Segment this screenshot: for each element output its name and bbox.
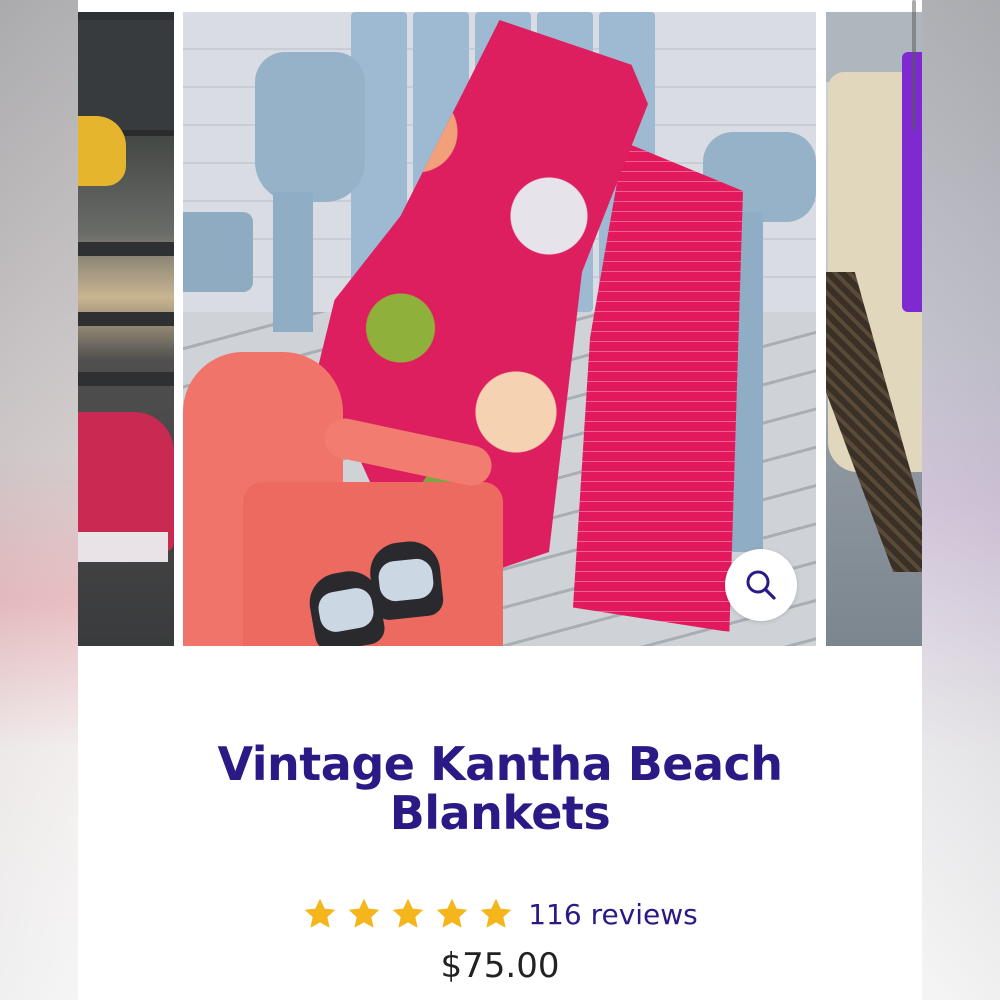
photo-detail: [78, 412, 174, 552]
photo-detail: [78, 242, 174, 256]
zoom-image-button[interactable]: [725, 549, 797, 621]
photo-detail: [78, 312, 174, 326]
gallery-slide-current[interactable]: [183, 12, 816, 646]
product-title-line-2: Blankets: [389, 786, 611, 840]
search-icon: [746, 570, 776, 600]
product-title: Vintage Kantha Beach Blankets: [78, 740, 922, 838]
star-icon: [480, 898, 512, 928]
photo-detail: [78, 532, 168, 562]
product-rating[interactable]: 116 reviews: [78, 893, 922, 935]
background-left-blur: [0, 0, 78, 1000]
product-title-line-1: Vintage Kantha Beach: [217, 737, 783, 791]
scrollbar[interactable]: [912, 0, 916, 130]
reviews-link[interactable]: 116 reviews: [528, 898, 698, 931]
star-icon: [304, 898, 336, 928]
product-price: $75.00: [440, 946, 560, 986]
photo-side-table: [183, 212, 253, 292]
product-page: Vintage Kantha Beach Blankets 116 review…: [78, 0, 922, 1000]
background-right-blur: [922, 0, 1000, 1000]
gallery-slide-previous[interactable]: [78, 12, 174, 646]
star-rating: [302, 896, 514, 932]
photo-detail: [78, 372, 174, 386]
photo-chair-arm: [255, 52, 365, 202]
star-icon: [348, 898, 380, 928]
photo-detail: [78, 116, 126, 186]
star-icon: [392, 898, 424, 928]
photo-chair-leg: [273, 192, 313, 332]
gallery-slide-next[interactable]: [826, 12, 922, 646]
product-image-gallery[interactable]: [78, 12, 922, 646]
star-icon: [436, 898, 468, 928]
